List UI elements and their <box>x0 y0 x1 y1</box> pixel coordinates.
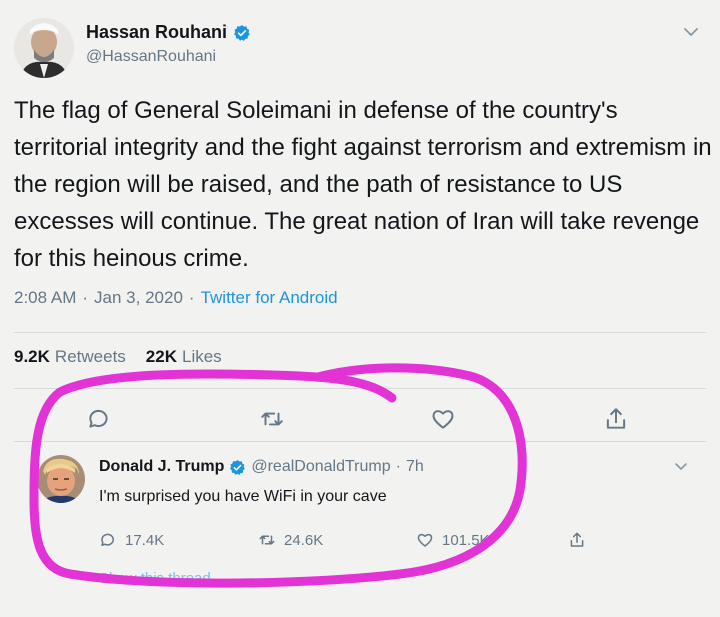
retweets-count[interactable]: 9.2K Retweets <box>14 347 126 367</box>
reply-avatar-image <box>37 455 85 503</box>
tweet-time[interactable]: 2:08 AM <box>14 288 76 308</box>
like-count: 101.5K <box>442 531 490 549</box>
tweet-text: The flag of General Soleimani in defense… <box>14 97 712 272</box>
reply-share-action[interactable] <box>568 531 586 549</box>
tweet-source[interactable]: Twitter for Android <box>201 288 338 308</box>
likes-count[interactable]: 22K Likes <box>146 347 222 367</box>
retweet-icon[interactable] <box>259 406 285 432</box>
tweet-date[interactable]: Jan 3, 2020 <box>94 288 183 308</box>
retweet-count: 24.6K <box>284 531 324 549</box>
chevron-down-icon[interactable] <box>683 26 699 38</box>
verified-icon <box>234 24 250 41</box>
reply-count: 17.4K <box>125 531 165 549</box>
meta-separator: · <box>82 288 89 307</box>
verified-icon <box>230 459 246 475</box>
author-name[interactable]: Hassan Rouhani <box>86 22 251 43</box>
retweets-label: Retweets <box>54 347 126 366</box>
engagement-counts: 9.2K Retweets 22K Likes <box>14 347 222 367</box>
reply-text: I'm surprised you have WiFi in your cave <box>99 488 387 505</box>
show-thread-link[interactable]: Show this thread <box>99 570 211 587</box>
divider <box>14 332 706 333</box>
reply-header: Donald J. Trump @realDonaldTrump · 7h <box>99 458 424 476</box>
reply-reply-action[interactable]: 17.4K <box>99 531 164 549</box>
reply-separator: · <box>395 458 401 475</box>
reply-retweet-action[interactable]: 24.6K <box>258 531 323 549</box>
retweet-icon <box>259 535 275 545</box>
tweet-card: Hassan Rouhani @HassanRouhani The flag o… <box>0 0 720 617</box>
divider <box>14 441 706 442</box>
author-name-text[interactable]: Hassan Rouhani <box>86 22 227 43</box>
retweets-number: 9.2K <box>14 347 50 366</box>
like-icon <box>417 533 433 547</box>
avatar[interactable] <box>14 18 74 78</box>
reply-like-action[interactable]: 101.5K <box>416 531 490 549</box>
like-icon[interactable] <box>430 406 456 432</box>
reply-author-name[interactable]: Donald J. Trump <box>99 458 224 476</box>
tweet-meta: 2:08 AM · Jan 3, 2020 · Twitter for Andr… <box>14 288 338 308</box>
reply-age[interactable]: 7h <box>406 458 424 476</box>
reply-icon[interactable] <box>86 406 112 432</box>
author-handle[interactable]: @HassanRouhani <box>86 48 216 66</box>
share-icon[interactable] <box>603 406 629 432</box>
likes-label: Likes <box>181 347 222 366</box>
chevron-down-icon[interactable] <box>674 462 688 472</box>
meta-separator: · <box>188 288 195 307</box>
divider <box>14 388 706 389</box>
likes-number: 22K <box>145 347 177 366</box>
reply-icon <box>101 533 114 546</box>
avatar-image <box>14 18 74 78</box>
reply-avatar[interactable] <box>37 455 85 503</box>
share-icon <box>570 532 584 547</box>
reply-author-handle[interactable]: @realDonaldTrump <box>251 458 390 476</box>
